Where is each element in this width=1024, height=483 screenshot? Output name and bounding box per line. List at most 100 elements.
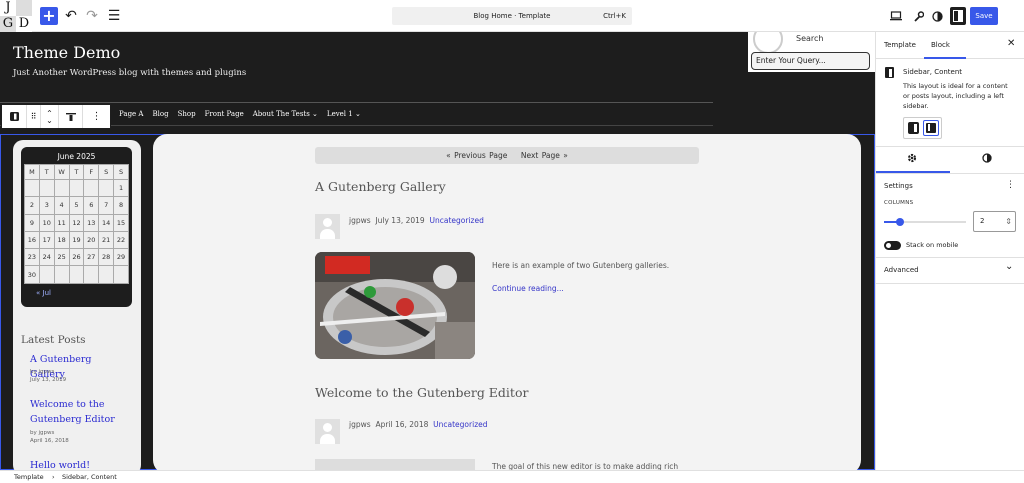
continue-reading-link[interactable]: Continue reading... (492, 284, 564, 293)
settings-panel-toggle[interactable] (950, 7, 966, 25)
nav-item[interactable]: Blog (152, 110, 168, 118)
calendar-prev-link[interactable]: « Jul (24, 289, 129, 297)
close-icon[interactable]: ✕ (1007, 38, 1015, 49)
calendar-widget: June 2025 M T W T F S S 1 2345678 9 10 1… (21, 147, 132, 307)
site-tagline[interactable]: Just Another WordPress blog with themes … (13, 68, 246, 78)
breadcrumb-item[interactable]: Template (14, 471, 44, 483)
post-date: July 13, 2019 (375, 216, 425, 225)
settings-more-icon[interactable]: ⋮ (1006, 180, 1015, 190)
post-title[interactable]: Welcome to the Gutenberg Editor (315, 385, 528, 400)
columns-slider[interactable] (884, 218, 966, 226)
tab-template[interactable]: Template (884, 41, 916, 49)
post-category-link[interactable]: Uncategorized (433, 420, 487, 429)
latest-post-author: by jgpws (30, 430, 55, 436)
columns-number-input[interactable]: 2 (973, 211, 1016, 232)
left-sidebar: June 2025 M T W T F S S 1 2345678 9 10 1… (13, 140, 141, 470)
editor-canvas: Theme Demo Just Another WordPress blog w… (0, 32, 875, 470)
search-button-shape[interactable] (753, 32, 783, 54)
move-arrows-icon[interactable]: ⌃ ⌄ (41, 105, 59, 128)
search-label: Search (796, 34, 824, 43)
latest-post-link[interactable]: Welcome to the Gutenberg Editor (30, 397, 125, 427)
site-title[interactable]: Theme Demo (13, 43, 120, 62)
variation-sidebar-content-icon[interactable] (923, 120, 939, 136)
weekday: W (53, 164, 70, 180)
author-avatar (315, 214, 340, 239)
more-options-icon[interactable]: ⋮ (83, 105, 110, 128)
weekday: M (24, 164, 40, 180)
undo-icon[interactable]: ↶ (61, 6, 81, 26)
command-palette-button[interactable]: Blog Home · Template Ctrl+K (392, 7, 632, 25)
post-title[interactable]: A Gutenberg Gallery (315, 179, 446, 194)
slider-thumb[interactable] (896, 218, 905, 226)
stack-on-mobile-toggle[interactable] (884, 241, 901, 250)
site-logo[interactable]: J G D (0, 0, 32, 32)
content-column: « Previous Page Next Page » A Gutenberg … (153, 134, 861, 470)
styles-tab-icon[interactable] (982, 153, 992, 166)
day: 18 (53, 230, 70, 250)
post-excerpt: Here is an example of two Gutenberg gall… (492, 261, 670, 270)
day: 25 (53, 248, 70, 267)
weekday: F (83, 164, 100, 180)
align-top-icon[interactable] (59, 105, 83, 128)
calendar-table: M T W T F S S 1 2345678 9 10 11 12 13 14 15 (24, 164, 129, 284)
nav-item[interactable]: Front Page (205, 110, 244, 118)
post-featured-image[interactable] (315, 459, 475, 470)
nav-item[interactable]: About The Tests ⌄ (253, 110, 318, 118)
day: 21 (98, 230, 115, 250)
latest-post-date: April 16, 2018 (30, 438, 69, 444)
tab-block[interactable]: Block (931, 41, 950, 49)
day: 26 (68, 248, 85, 267)
advanced-toggle[interactable]: Advanced (884, 266, 919, 274)
weekday: T (38, 164, 55, 180)
document-overview-icon[interactable]: ☰ (104, 6, 124, 26)
day: 9 (24, 213, 40, 232)
settings-sidebar: Template Block ✕ Sidebar, Content This l… (875, 32, 1024, 470)
post-author: jgpws (349, 420, 371, 429)
next-page-link[interactable]: Next Page » (521, 151, 568, 160)
search-input[interactable]: Enter Your Query... (751, 52, 870, 70)
block-toolbar: ⠿ ⌃ ⌄ ⋮ (1, 104, 111, 129)
day (98, 178, 115, 198)
block-description: This layout is ideal for a content or po… (903, 82, 1008, 110)
day: 20 (83, 230, 100, 250)
day: 10 (38, 213, 55, 232)
redo-icon[interactable]: ↷ (82, 6, 102, 26)
nav-item[interactable]: Shop (178, 110, 196, 118)
post-category-link[interactable]: Uncategorized (430, 216, 484, 225)
weekday: T (68, 164, 85, 180)
day: 3 (38, 196, 55, 215)
nav-item[interactable]: Page A (119, 110, 143, 118)
tools-icon[interactable] (908, 6, 928, 26)
breadcrumb-separator: › (52, 473, 55, 481)
post-date: April 16, 2018 (375, 420, 429, 429)
block-type-icon[interactable] (2, 105, 27, 128)
stack-on-mobile-label: Stack on mobile (906, 241, 959, 249)
logo-letter (16, 0, 32, 16)
day (38, 265, 55, 284)
day (68, 265, 85, 284)
latest-post-link[interactable]: Hello world! (30, 458, 125, 470)
styles-icon[interactable] (927, 6, 947, 26)
chevron-down-icon[interactable]: ⌄ (1005, 261, 1013, 272)
day (53, 178, 70, 198)
day: 14 (98, 213, 115, 232)
weekday: S (113, 164, 129, 180)
previous-page-link[interactable]: « Previous Page (446, 151, 507, 160)
block-icon (885, 67, 894, 78)
drag-handle-icon[interactable]: ⠿ (27, 105, 41, 128)
settings-tab-icon[interactable] (907, 153, 917, 166)
variation-sidebar-icon[interactable] (908, 122, 919, 134)
settings-heading: Settings (884, 182, 913, 190)
add-block-button[interactable]: + (40, 7, 58, 25)
nav-item[interactable]: Level 1 ⌄ (327, 110, 361, 118)
day: 6 (83, 196, 100, 215)
day: 30 (24, 265, 40, 284)
navigation-menu: Page A Blog Shop Front Page About The Te… (119, 110, 361, 118)
post-featured-image[interactable] (315, 252, 475, 359)
view-desktop-icon[interactable] (886, 6, 906, 26)
day: 28 (98, 248, 115, 267)
block-title: Sidebar, Content (903, 68, 963, 76)
save-button[interactable]: Save (970, 7, 998, 25)
day (68, 178, 85, 198)
breadcrumb-item[interactable]: Sidebar, Content (62, 471, 117, 483)
